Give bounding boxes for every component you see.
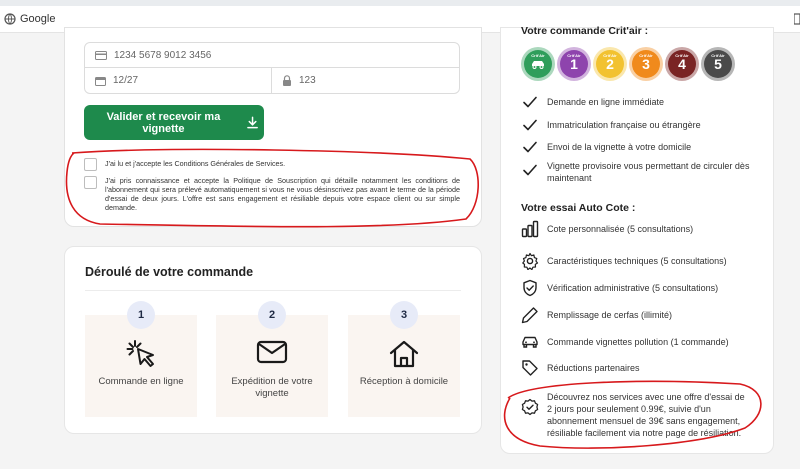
terms-checkbox[interactable] <box>84 158 97 171</box>
step-icon-wrap <box>216 339 328 365</box>
envelope-icon <box>256 340 288 364</box>
order-steps-card: Déroulé de votre commande 1 Commande en … <box>64 246 482 434</box>
order-feature: Vignette provisoire vous permettant de c… <box>521 157 756 184</box>
trial-feature: Cote personnalisée (5 consultations) <box>521 220 756 238</box>
critair-badge-4: Crit'Air 4 <box>665 47 699 81</box>
car-icon <box>532 61 544 69</box>
badge-label: Crit'Air <box>531 53 545 58</box>
badge-label: Crit'Air <box>675 53 689 58</box>
pencil-icon <box>521 307 538 324</box>
payment-form-card: 1234 5678 9012 3456 12/27 123 Valider et… <box>64 27 482 227</box>
cvc-field[interactable]: 123 <box>271 67 460 94</box>
subscription-checkbox-label: J'ai pris connaissance et accepte la Pol… <box>105 176 460 212</box>
step-label: Commande en ligne <box>98 376 184 387</box>
trial-feature-text: Commande vignettes pollution (1 commande… <box>547 337 729 347</box>
trial-feature-text: Cote personnalisée (5 consultations) <box>547 224 694 234</box>
checkmark-icon <box>523 119 537 131</box>
calendar-icon <box>95 76 106 86</box>
trial-feature-text: Réductions partenaires <box>547 363 640 373</box>
badge-label: Crit'Air <box>567 53 581 58</box>
bookmark-google[interactable]: Google <box>4 13 55 25</box>
checkmark-icon <box>523 164 537 176</box>
validate-order-button[interactable]: Valider et recevoir ma vignette <box>84 105 264 140</box>
trial-feature-text: Caractéristiques techniques (5 consultat… <box>547 256 727 266</box>
trial-feature-text: Remplissage de cerfas (illimité) <box>547 310 673 320</box>
terms-checkbox-row: J'ai lu et j'accepte les Conditions Géné… <box>84 158 464 171</box>
trial-feature: Vérification administrative (5 consultat… <box>521 279 756 297</box>
credit-card-icon <box>95 50 107 60</box>
order-feature: Envoi de la vignette à votre domicile <box>521 138 756 156</box>
order-feature: Demande en ligne immédiate <box>521 93 756 111</box>
globe-icon <box>4 13 16 25</box>
terms-checkbox-label: J'ai lu et j'accepte les Conditions Géné… <box>105 159 286 168</box>
critair-badge-5: Crit'Air 5 <box>701 47 735 81</box>
badge-label: Crit'Air <box>711 53 725 58</box>
tag-icon <box>522 360 538 376</box>
shield-check-icon <box>523 279 537 297</box>
page-content: 1234 5678 9012 3456 12/27 123 Valider et… <box>0 25 800 469</box>
checkmark-icon <box>523 141 537 153</box>
bookmark-folder-icon[interactable] <box>794 12 800 26</box>
card-number-field[interactable]: 1234 5678 9012 3456 <box>84 42 460 68</box>
click-icon <box>126 340 154 367</box>
download-icon <box>247 116 258 129</box>
trial-feature-text: Vérification administrative (5 consultat… <box>547 283 719 293</box>
order-feature-text: Demande en ligne immédiate <box>547 97 665 107</box>
order-feature-text: Immatriculation française ou étrangère <box>547 120 701 130</box>
trial-feature: Réductions partenaires <box>521 359 756 377</box>
divider <box>85 290 461 291</box>
step-card-2: 2 Expédition de votre vignette <box>216 301 328 417</box>
order-heading: Votre commande Crit'air : <box>521 25 649 37</box>
critair-badge-electric: Crit'Air <box>521 47 555 81</box>
expiry-placeholder: 12/27 <box>113 75 139 86</box>
house-icon <box>389 340 419 368</box>
step-number: 1 <box>127 301 155 329</box>
badge-check-icon <box>521 398 539 416</box>
step-label: Réception à domicile <box>359 376 449 387</box>
step-card-1: 1 Commande en ligne <box>85 301 197 417</box>
card-number-placeholder: 1234 5678 9012 3456 <box>114 49 212 61</box>
badge-label: Crit'Air <box>603 53 617 58</box>
order-feature-text: Vignette provisoire vous permettant de c… <box>547 161 750 183</box>
critair-badges: Crit'Air Crit'Air 1 Crit'Air 2 Crit'Air … <box>521 47 735 81</box>
badge-value: 3 <box>642 56 650 72</box>
trial-offer-text: Découvrez nos services avec une offre d'… <box>547 392 745 438</box>
trial-feature: Caractéristiques techniques (5 consultat… <box>521 252 756 270</box>
subscription-checkbox-row: J'ai pris connaissance et accepte la Pol… <box>84 176 460 212</box>
order-steps-title: Déroulé de votre commande <box>85 265 254 279</box>
step-number: 3 <box>390 301 418 329</box>
badge-value: 4 <box>678 56 686 72</box>
trial-heading: Votre essai Auto Cote : <box>521 202 636 214</box>
order-feature-text: Envoi de la vignette à votre domicile <box>547 142 692 152</box>
badge-value: 1 <box>570 56 578 72</box>
step-icon-wrap <box>85 339 197 369</box>
expiry-field[interactable]: 12/27 <box>84 67 272 94</box>
lock-icon <box>283 75 291 86</box>
bookmark-label: Google <box>20 13 56 25</box>
checkmark-icon <box>523 96 537 108</box>
step-label: Expédition de votre vignette <box>231 376 313 399</box>
critair-badge-3: Crit'Air 3 <box>629 47 663 81</box>
subscription-checkbox[interactable] <box>84 176 97 189</box>
step-icon-wrap <box>348 339 460 369</box>
validate-button-label: Valider et recevoir ma vignette <box>106 110 221 135</box>
critair-badge-1: Crit'Air 1 <box>557 47 591 81</box>
trial-feature: Commande vignettes pollution (1 commande… <box>521 333 756 351</box>
trial-offer-note: Découvrez nos services avec une offre d'… <box>521 388 751 439</box>
badge-label: Crit'Air <box>639 53 653 58</box>
trial-feature: Remplissage de cerfas (illimité) <box>521 306 756 324</box>
gear-icon <box>522 252 539 270</box>
step-number: 2 <box>258 301 286 329</box>
order-feature: Immatriculation française ou étrangère <box>521 116 756 134</box>
car-icon <box>522 336 538 348</box>
step-card-3: 3 Réception à domicile <box>348 301 460 417</box>
badge-value: 5 <box>714 56 722 72</box>
bar-chart-icon <box>521 220 539 238</box>
critair-badge-2: Crit'Air 2 <box>593 47 627 81</box>
order-summary-panel: Votre commande Crit'air : Crit'Air Crit'… <box>500 25 774 454</box>
cvc-placeholder: 123 <box>299 75 316 86</box>
badge-value: 2 <box>606 56 614 72</box>
